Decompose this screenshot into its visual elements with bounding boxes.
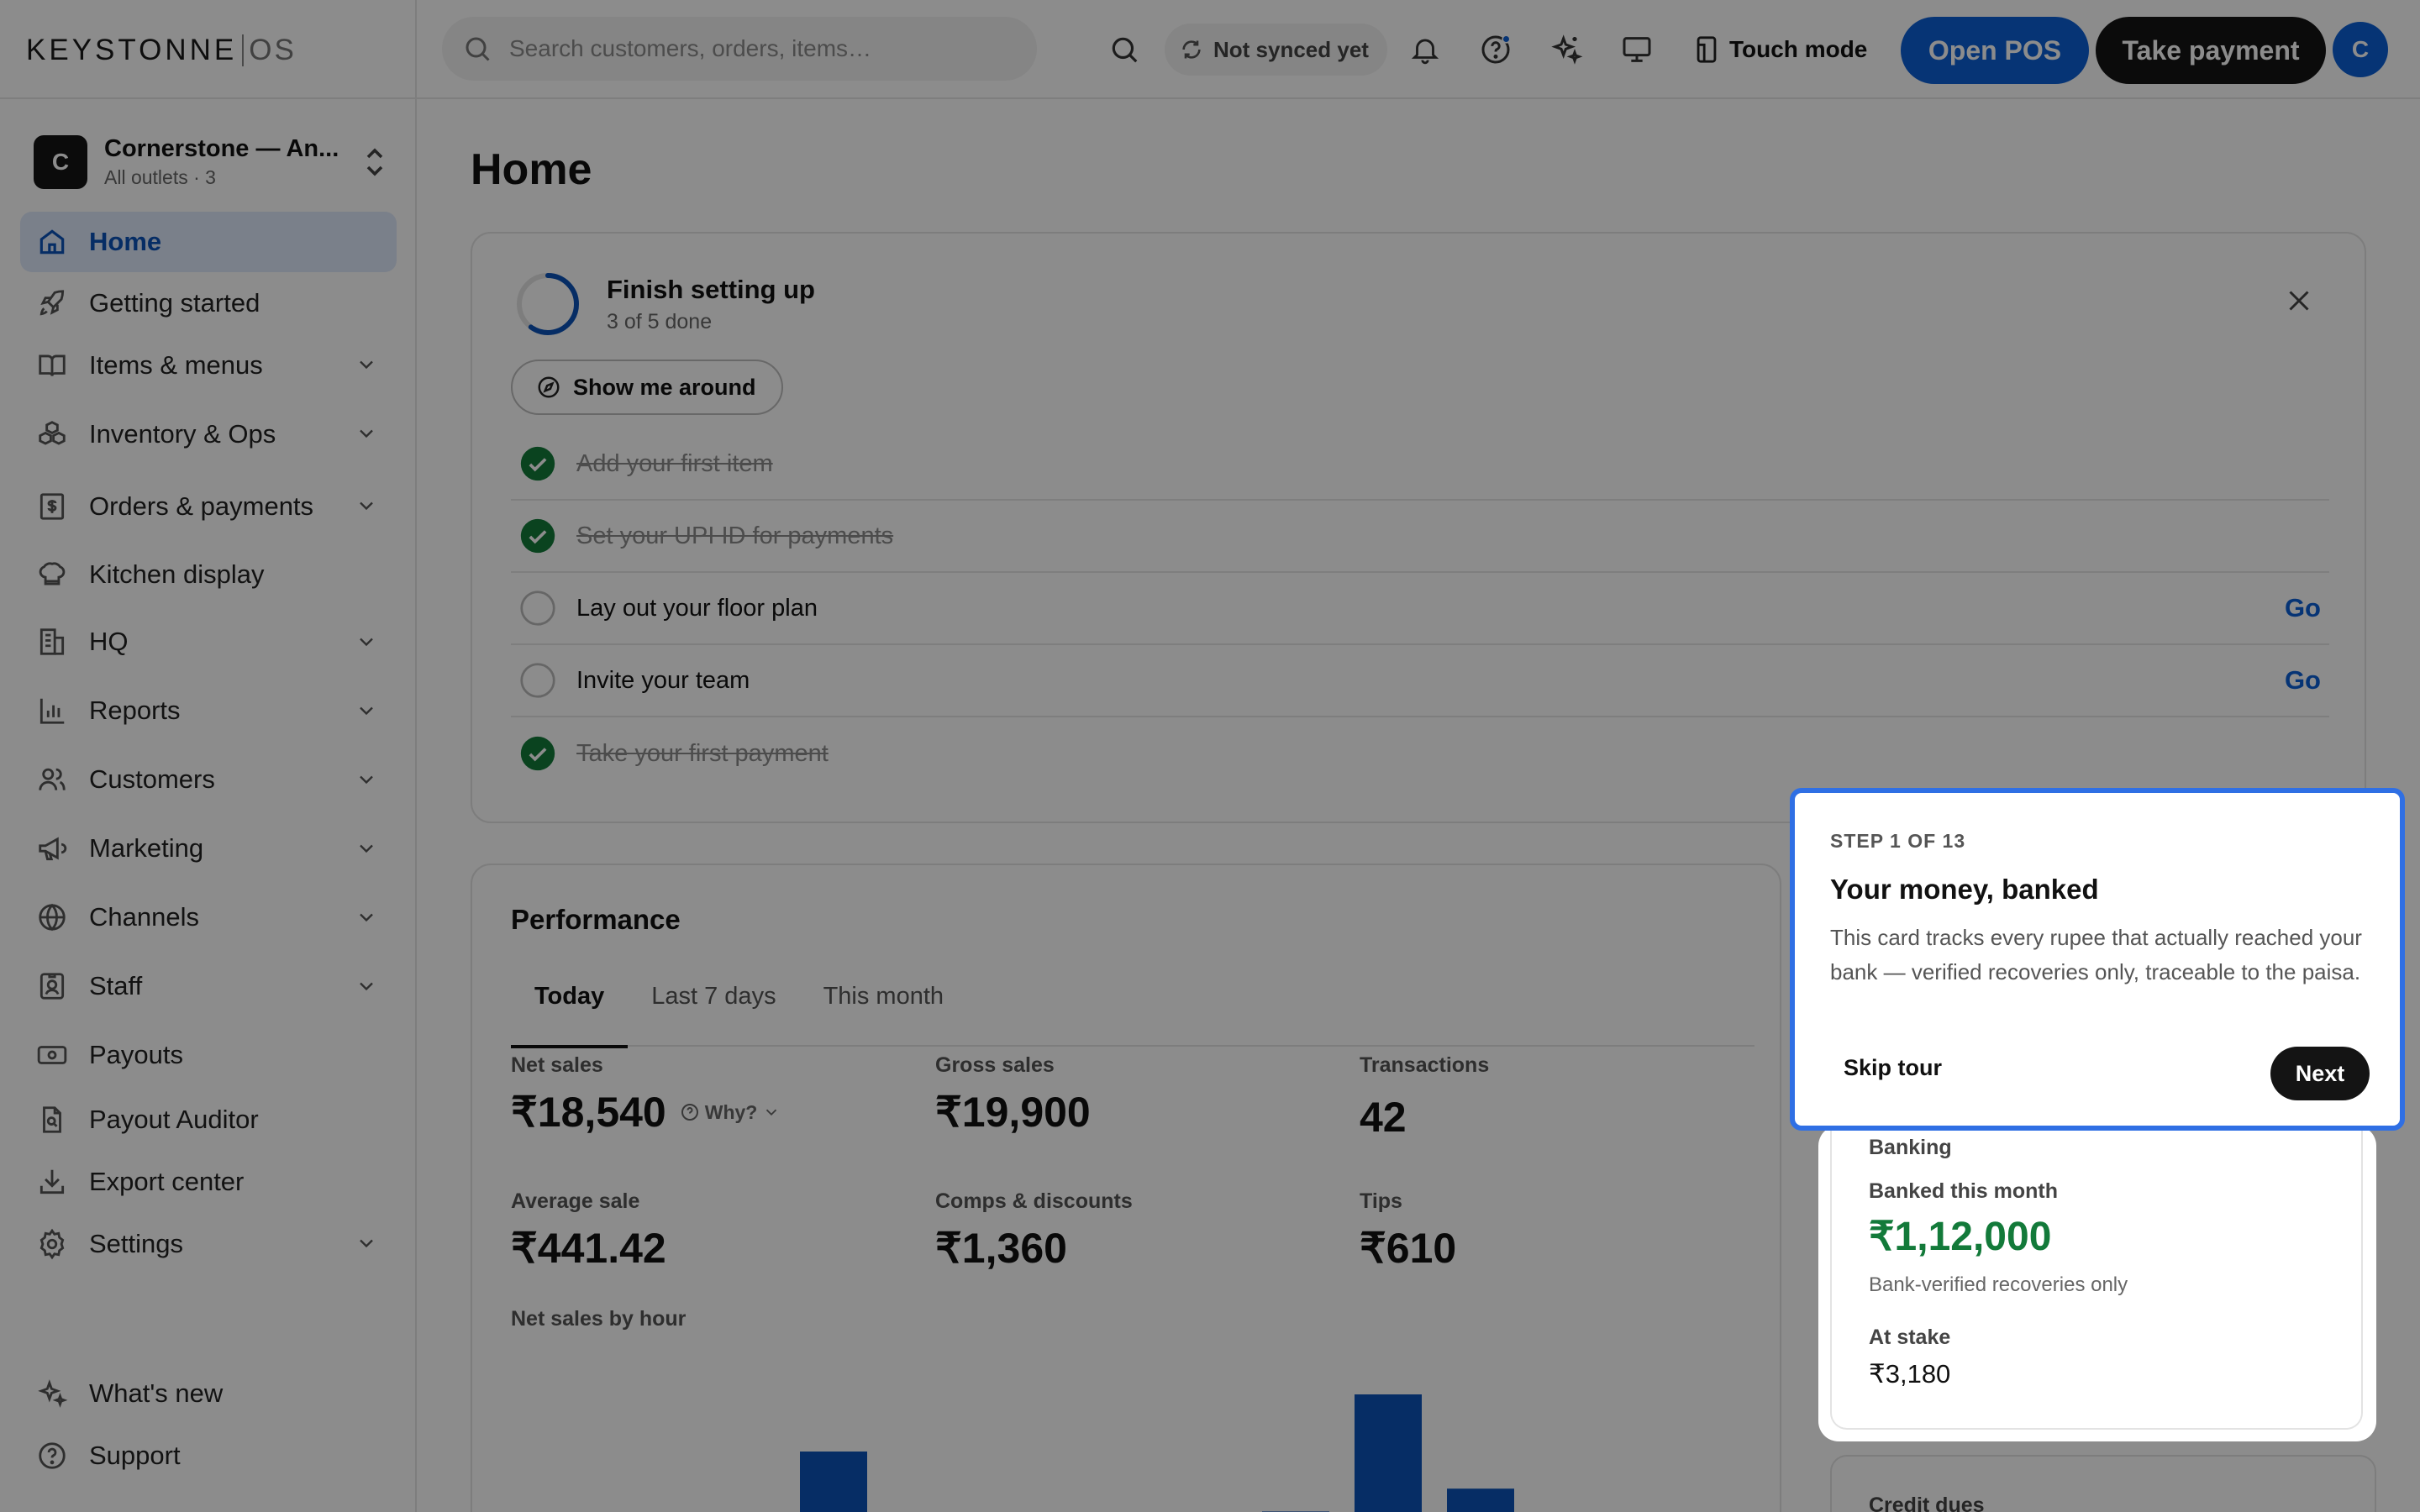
next-button[interactable]: Next: [2270, 1047, 2370, 1100]
skip-tour-button[interactable]: Skip tour: [1844, 1055, 1942, 1081]
banking-card-highlight: Banking Banked this month ₹1,12,000 Bank…: [1818, 1126, 2376, 1441]
banking-inner: Banking Banked this month ₹1,12,000 Bank…: [1830, 1126, 2363, 1430]
banked-note: Bank-verified recoveries only: [1869, 1273, 2128, 1296]
tour-popover: STEP 1 OF 13 Your money, banked This car…: [1790, 788, 2405, 1131]
tour-title: Your money, banked: [1830, 874, 2099, 905]
tour-step-counter: STEP 1 OF 13: [1830, 830, 1966, 852]
at-stake-label: At stake: [1869, 1326, 1951, 1349]
at-stake-value: ₹3,180: [1869, 1359, 1951, 1389]
tour-body: This card tracks every rupee that actual…: [1830, 925, 2362, 984]
banked-label: Banked this month: [1869, 1179, 2059, 1203]
banked-value: ₹1,12,000: [1869, 1215, 2052, 1259]
banking-section-label: Banking: [1869, 1136, 1952, 1159]
